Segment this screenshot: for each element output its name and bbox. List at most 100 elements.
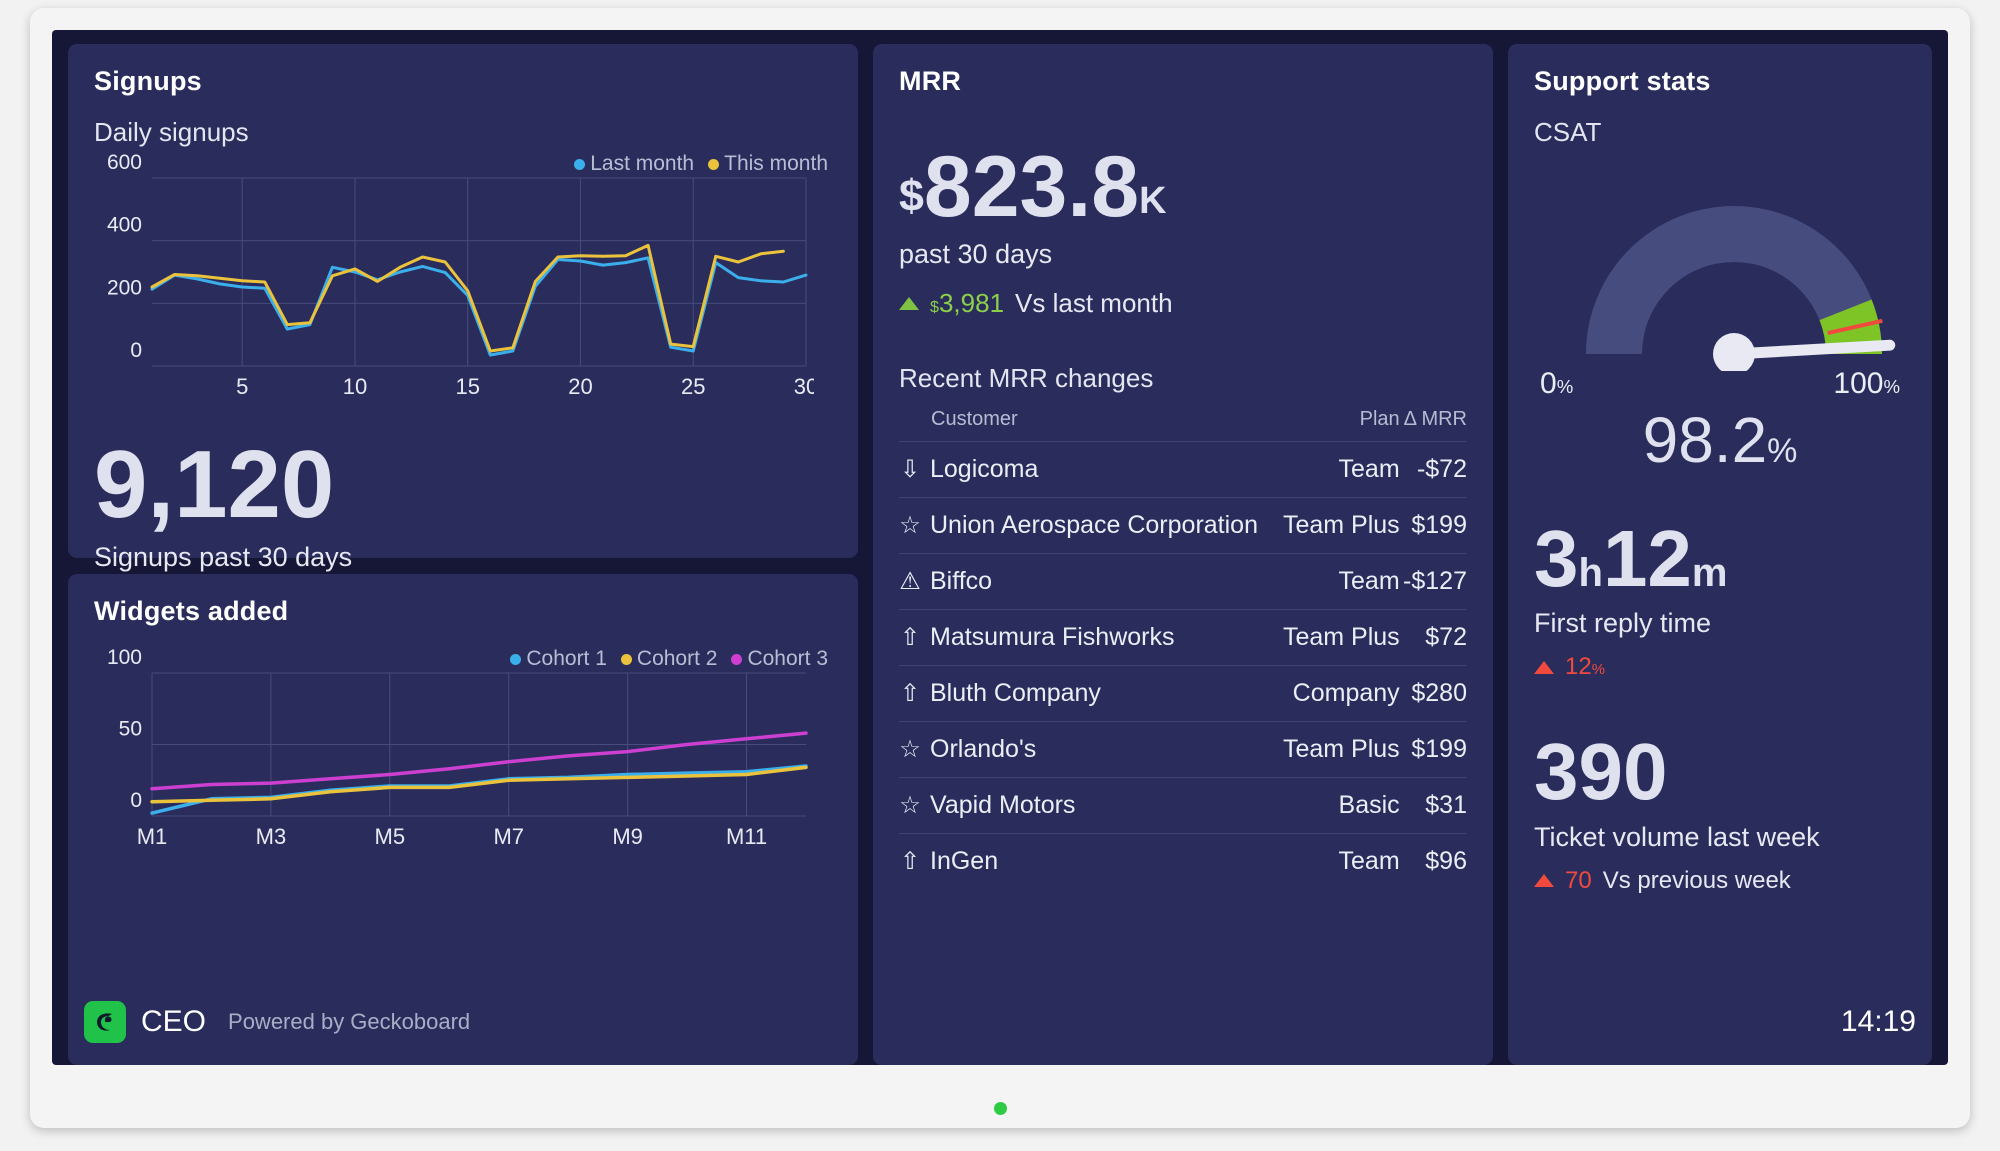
cell-customer: ⇩ Logicoma: [899, 441, 1277, 498]
customer-name: Biffco: [930, 567, 993, 596]
table-row[interactable]: ⇧ InGen Team $96: [899, 833, 1467, 890]
legend-item-this-month[interactable]: This month: [708, 152, 828, 176]
legend-swatch-icon: [574, 158, 586, 170]
clock: 14:19: [1840, 1005, 1916, 1038]
col-header-delta-mrr[interactable]: Δ MRR: [1400, 408, 1467, 442]
signups-card-title: Signups: [94, 66, 202, 96]
geckoboard-logo-icon: [84, 1001, 126, 1043]
signups-chart-title: Daily signups: [94, 117, 249, 147]
legend-swatch-icon: [731, 653, 743, 665]
cell-customer: ☆ Union Aerospace Corporation: [899, 497, 1277, 554]
ticket-volume-caption: Ticket volume last week: [1534, 821, 1820, 852]
table-row[interactable]: ⇧ Matsumura Fishworks Team Plus $72: [899, 609, 1467, 666]
widgets-card-title: Widgets added: [94, 596, 289, 626]
legend-label: Cohort 1: [526, 647, 607, 670]
cell-delta-mrr: $72: [1399, 609, 1467, 666]
mrr-changes-section: Recent MRR changes Customer Plan Δ MRR ⇩…: [899, 363, 1467, 890]
cell-plan: Team: [1276, 553, 1400, 610]
mrr-card-title: MRR: [899, 66, 962, 96]
trend-up-icon: [1534, 874, 1554, 887]
svg-text:M7: M7: [493, 824, 524, 849]
arrow-down-icon: ⇩: [899, 456, 921, 484]
powered-by-label: Powered by Geckoboard: [228, 1009, 471, 1034]
mrr-delta-currency: $: [930, 298, 939, 317]
arrow-up-icon: ⇧: [899, 624, 921, 652]
table-row[interactable]: ⇩ Logicoma Team -$72: [899, 441, 1467, 498]
svg-text:5: 5: [236, 374, 248, 399]
csat-value: 98.2%: [1534, 408, 1906, 472]
mrr-delta-amount: 3,981: [938, 288, 1005, 319]
cell-delta-mrr: $280: [1399, 665, 1467, 722]
svg-text:0: 0: [130, 339, 142, 362]
table-row[interactable]: ⚠ Biffco Team -$127: [899, 553, 1467, 610]
signups-line-svg: 0 200 400 600 5 10 15 20 25 30: [107, 152, 814, 399]
first-reply-value: 3h12m: [1534, 518, 1906, 598]
reply-hours-unit: h: [1578, 550, 1603, 595]
legend-item-cohort-2[interactable]: Cohort 2: [620, 647, 718, 671]
table-row[interactable]: ☆ Union Aerospace Corporation Team Plus $19…: [899, 497, 1467, 554]
legend-item-cohort-3[interactable]: Cohort 3: [731, 647, 828, 671]
mrr-table-title: Recent MRR changes: [899, 363, 1154, 394]
widgets-legend: Cohort 1 Cohort 2 Cohort 3: [510, 647, 828, 671]
svg-text:20: 20: [568, 374, 592, 399]
mrr-card: MRR $823.8K past 30 days $3,981 Vs last …: [873, 44, 1493, 1065]
svg-text:10: 10: [343, 374, 367, 399]
support-card-title: Support stats: [1534, 66, 1711, 96]
cell-customer: ⚠ Biffco: [899, 553, 1277, 610]
legend-label: Cohort 2: [636, 647, 718, 670]
legend-label: This month: [724, 152, 828, 175]
table-row[interactable]: ☆ Vapid Motors Basic $31: [899, 777, 1467, 834]
svg-text:25: 25: [681, 374, 705, 399]
table-header-row: Customer Plan Δ MRR: [899, 408, 1467, 442]
col-header-plan[interactable]: Plan: [1277, 408, 1400, 442]
left-column: Signups Daily signups Last month This mo…: [68, 44, 858, 1065]
cell-customer: ⇧ Matsumura Fishworks: [899, 609, 1277, 666]
gauge-scale-labels: 0% 100%: [1534, 367, 1906, 401]
monitor-bezel-bottom: [30, 1088, 1970, 1128]
signups-legend: Last month This month: [574, 152, 828, 176]
cell-plan: Team Plus: [1276, 497, 1400, 554]
arrow-up-icon: ⇧: [899, 680, 921, 708]
col-header-customer[interactable]: Customer: [899, 408, 1277, 442]
svg-text:0: 0: [130, 789, 142, 812]
ticket-volume-block: 390 Ticket volume last week 70 Vs previo…: [1534, 727, 1906, 894]
ticket-volume-value: 390: [1534, 727, 1668, 817]
svg-text:100: 100: [107, 647, 142, 669]
mrr-value: $823.8K: [899, 144, 1467, 230]
signups-total-caption: Signups past 30 days: [94, 542, 353, 573]
svg-text:50: 50: [119, 718, 142, 741]
svg-text:400: 400: [107, 214, 142, 237]
mrr-amount: 823.8: [923, 139, 1140, 235]
trend-up-icon: [899, 297, 919, 311]
legend-item-cohort-1[interactable]: Cohort 1: [510, 647, 607, 671]
mrr-unit: K: [1139, 179, 1167, 222]
first-reply-caption: First reply time: [1534, 608, 1712, 639]
middle-column: MRR $823.8K past 30 days $3,981 Vs last …: [873, 44, 1493, 1065]
warning-icon: ⚠: [899, 568, 921, 596]
trend-up-icon: [1534, 660, 1554, 674]
svg-text:M5: M5: [375, 824, 406, 849]
dashboard-screen: Signups Daily signups Last month This mo…: [52, 30, 1948, 1065]
customer-name: Matsumura Fishworks: [930, 623, 1175, 652]
csat-gauge-svg: [1586, 206, 1896, 371]
customer-name: Orlando's: [930, 735, 1037, 764]
star-icon: ☆: [899, 736, 921, 764]
signups-total-value: 9,120: [94, 431, 335, 538]
cell-delta-mrr: -$72: [1399, 441, 1467, 498]
legend-item-last-month[interactable]: Last month: [574, 152, 694, 176]
dashboard-footer: CEO Powered by Geckoboard 14:19: [52, 979, 1948, 1065]
widgets-added-chart: Cohort 1 Cohort 2 Cohort 3 0 50 100 M1 M…: [94, 647, 832, 862]
cell-customer: ☆ Vapid Motors: [899, 777, 1277, 834]
table-row[interactable]: ☆ Orlando's Team Plus $199: [899, 721, 1467, 778]
table-row[interactable]: ⇧ Bluth Company Company $280: [899, 665, 1467, 722]
first-reply-block: 3h12m First reply time 12%: [1534, 518, 1906, 681]
svg-text:600: 600: [107, 152, 142, 174]
customer-name: Logicoma: [930, 455, 1039, 484]
gauge-min-label: 0%: [1540, 367, 1574, 400]
star-icon: ☆: [899, 512, 921, 540]
mrr-changes-table: Customer Plan Δ MRR ⇩ Logicoma Team -$72 ☆ Un…: [899, 408, 1467, 890]
dashboard-name: CEO: [141, 1005, 207, 1038]
cell-plan: Company: [1276, 665, 1400, 722]
cell-delta-mrr: -$127: [1399, 553, 1467, 610]
csat-value-number: 98.2: [1642, 404, 1768, 476]
